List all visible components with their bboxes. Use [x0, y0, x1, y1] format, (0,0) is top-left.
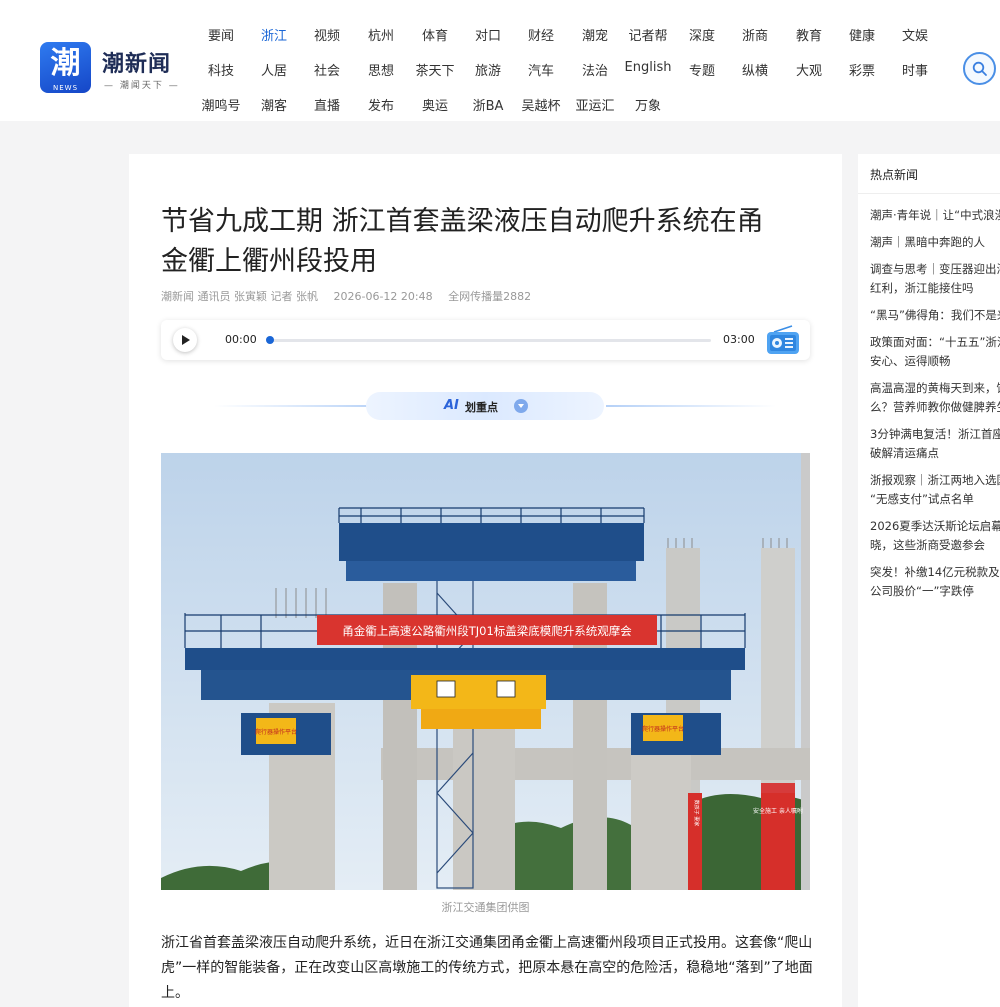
hot-news-item[interactable]: 么？营养师教你做健脾养生 [870, 398, 1000, 416]
chevron-down-icon [514, 399, 528, 413]
nav-item[interactable]: 潮鸣号 [201, 95, 240, 114]
article-meta: 潮新闻 通讯员 张寅颖 记者 张帆 2026-06-12 20:48 全网传播量… [161, 288, 543, 304]
article-card: 节省九成工期 浙江首套盖梁液压自动爬升系统在甬 金衢上衢州段投用 潮新闻 通讯员… [129, 154, 842, 1007]
nav-item[interactable]: 时事 [902, 60, 928, 79]
site-header: 潮 NEWS 潮新闻 — 潮闻天下 — 要闻 浙江 视频 杭州 体育 对口 财经 潮宠 记者帮 深… [0, 0, 1000, 121]
nav-item[interactable]: 教育 [796, 25, 822, 44]
nav-item[interactable]: 纵横 [742, 60, 768, 79]
hot-news-item[interactable]: 潮声｜黑暗中奔跑的人 [870, 233, 1000, 251]
sidebar-header: 热点新闻 [858, 154, 1000, 194]
nav-item[interactable]: 健康 [849, 25, 875, 44]
hot-news-item[interactable]: “黑马”佛得角：我们不是来 [870, 306, 1000, 324]
hot-news-item[interactable]: 高温高湿的黄梅天到来，饮 [870, 379, 1000, 397]
sidebar-title: 热点新闻 [870, 168, 919, 182]
hot-news-item[interactable]: 政策面对面：“十五五”浙江 [870, 333, 1000, 351]
nav-item[interactable]: 吴越杯 [521, 95, 560, 114]
ai-highlights-bar: AI 划重点 [204, 391, 776, 421]
nav-item[interactable]: 发布 [368, 95, 394, 114]
audio-progress-track[interactable] [269, 339, 711, 342]
nav-item[interactable]: 亚运汇 [575, 95, 614, 114]
article-title-line-1: 节省九成工期 浙江首套盖梁液压自动爬升系统在甬 [161, 206, 764, 237]
audio-player: 00:00 03:00 [161, 320, 810, 360]
nav-item[interactable]: 专题 [689, 60, 715, 79]
nav-item[interactable]: 财经 [528, 25, 554, 44]
nav-item[interactable]: 浙江 [261, 25, 287, 44]
photo-sign-right: 爬行器操作平台 [642, 725, 684, 733]
photo-sign-left: 爬行器操作平台 [255, 728, 297, 736]
nav-item[interactable]: 杭州 [368, 25, 394, 44]
nav-item[interactable]: 旅游 [475, 60, 501, 79]
nav-item[interactable]: English [625, 60, 672, 75]
nav-item[interactable]: 科技 [208, 60, 234, 79]
nav-item[interactable]: 汽车 [528, 60, 554, 79]
logo-name: 潮新闻 [102, 52, 172, 77]
audio-progress-knob[interactable] [266, 336, 274, 344]
nav-item[interactable]: 要闻 [208, 25, 234, 44]
audio-total-time: 03:00 [723, 333, 755, 346]
nav-item[interactable]: 记者帮 [628, 25, 667, 44]
photo-caption: 浙江交通集团供图 [441, 901, 530, 914]
search-icon [972, 61, 987, 76]
nav-item[interactable]: 潮宠 [582, 25, 608, 44]
logo-char: 潮 [50, 46, 81, 81]
hot-news-item[interactable]: “无感支付”试点名单 [870, 490, 1000, 508]
hot-news-item[interactable]: 安心、运得顺畅 [870, 352, 1000, 370]
photo-pillar-sign-1: 安全施工 亲人嘱咐 [753, 807, 803, 815]
hot-news-item[interactable]: 调查与思考｜变压器迎出海 [870, 260, 1000, 278]
nav-item[interactable]: 浙商 [742, 25, 768, 44]
hot-news-item[interactable]: 红利，浙江能接住吗 [870, 279, 1000, 297]
nav-item[interactable]: 彩票 [849, 60, 875, 79]
nav-item[interactable]: 对口 [475, 25, 501, 44]
nav-item[interactable]: 社会 [314, 60, 340, 79]
nav-item[interactable]: 人居 [261, 60, 287, 79]
nav-item[interactable]: 体育 [422, 25, 448, 44]
article-views: 全网传播量2882 [448, 290, 532, 303]
hot-news-item[interactable]: 突发！补缴14亿元税款及滞 [870, 563, 1000, 581]
hot-news-item[interactable]: 2026夏季达沃斯论坛启幕： [870, 517, 1000, 535]
ai-deco-line-left [214, 405, 384, 407]
nav-item[interactable]: 文娱 [902, 25, 928, 44]
hot-news-sidebar: 热点新闻 潮声·青年说｜让“中式浪漫 潮声｜黑暗中奔跑的人 调查与思考｜变压器迎出海… [858, 154, 1000, 1007]
article-title: 节省九成工期 浙江首套盖梁液压自动爬升系统在甬 金衢上衢州段投用 [161, 202, 811, 282]
nav-item[interactable]: 视频 [314, 25, 340, 44]
article-photo: 甬金衢上高速公路衢州段TJ01标盖梁底模爬升系统观摩会 爬行器操作平台 爬行器操… [161, 453, 810, 890]
nav-item[interactable]: 思想 [368, 60, 394, 79]
ai-highlights-button[interactable]: AI 划重点 [366, 392, 604, 420]
radio-icon[interactable] [766, 325, 800, 355]
ai-deco-line-right [606, 405, 776, 407]
ai-logo: AI [444, 398, 459, 413]
article-title-line-2: 金衢上衢州段投用 [161, 246, 377, 277]
hot-news-item[interactable]: 破解清运痛点 [870, 444, 1000, 462]
nav-item[interactable]: 潮客 [261, 95, 287, 114]
article-body: 浙江省首套盖梁液压自动爬升系统，近日在浙江交通集团甬金衢上高速衢州段项目正式投用… [161, 935, 813, 1001]
hot-news-item[interactable]: 3分钟满电复活！浙江首座 [870, 425, 1000, 443]
photo-banner-text: 甬金衢上高速公路衢州段TJ01标盖梁底模爬升系统观摩会 [342, 624, 632, 638]
nav-item[interactable]: 深度 [689, 25, 715, 44]
logo-en: NEWS [52, 84, 79, 92]
photo-pillar-sign-2: 数孩子 妻家 [693, 800, 700, 827]
nav-item[interactable]: 万象 [635, 95, 661, 114]
hot-news-item[interactable]: 潮声·青年说｜让“中式浪漫 [870, 206, 1000, 224]
logo-mark: 潮 NEWS [40, 42, 91, 93]
ai-highlights-label: 划重点 [465, 401, 498, 414]
nav-item[interactable]: 浙BA [473, 95, 504, 114]
audio-current-time: 00:00 [225, 333, 257, 346]
nav-item[interactable]: 直播 [314, 95, 340, 114]
article-datetime: 2026-06-12 20:48 [333, 290, 433, 303]
nav-item[interactable]: 大观 [796, 60, 822, 79]
article-source: 潮新闻 通讯员 张寅颖 记者 张帆 [161, 290, 318, 303]
nav-item[interactable]: 奥运 [422, 95, 448, 114]
hot-news-item[interactable]: 浙报观察｜浙江两地入选国 [870, 471, 1000, 489]
hot-news-item[interactable]: 晓，这些浙商受邀参会 [870, 536, 1000, 554]
site-logo[interactable]: 潮 NEWS 潮新闻 — 潮闻天下 — [40, 42, 180, 94]
play-button[interactable] [173, 328, 197, 352]
nav-item[interactable]: 茶天下 [415, 60, 454, 79]
logo-slogan: — 潮闻天下 — [104, 81, 180, 91]
hot-news-item[interactable]: 公司股价“一”字跌停 [870, 582, 1000, 600]
search-button[interactable] [963, 52, 996, 85]
nav-item[interactable]: 法治 [582, 60, 608, 79]
